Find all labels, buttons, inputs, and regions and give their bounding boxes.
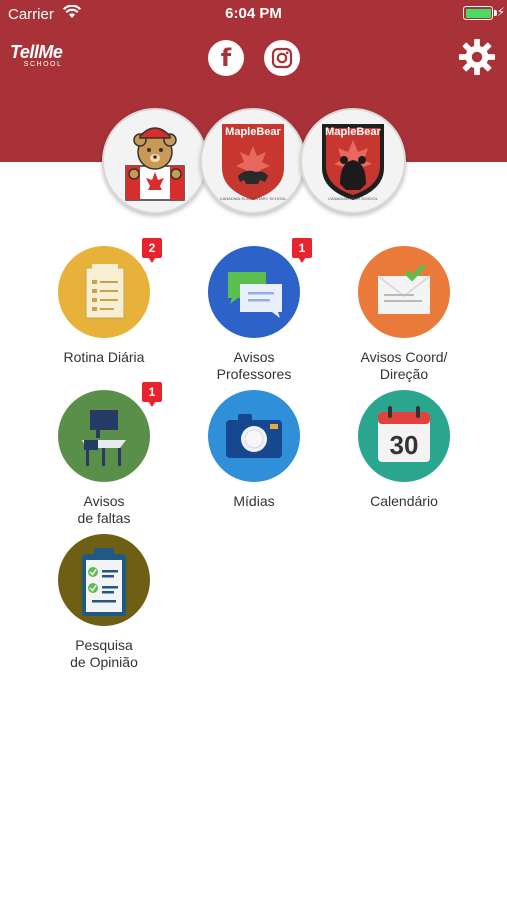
facebook-button[interactable]: f [208,40,244,76]
school-maplebear-elementary[interactable]: MapleBear CANADIAN ELEMENTARY SCHOOL [200,108,306,214]
tile-label-line2: Professores [216,366,292,382]
status-bar: Carrier 6:04 PM ⚡ [0,0,507,28]
school-maplebear-high[interactable]: MapleBear CANADIAN HIGH SCHOOL [300,108,406,214]
avisos-coord-circle [358,246,450,338]
tile-label-line1: Avisos [83,493,125,509]
tile-label-line2: de faltas [77,510,131,526]
tile-label: Calendário [328,493,480,510]
battery-icon [463,6,493,20]
avisos-professores-circle [208,246,300,338]
camera-icon [226,414,282,458]
tile-label: Avisos Coord/ Direção [328,349,480,383]
midias-circle [208,390,300,482]
school-bear-mascot[interactable] [102,108,208,214]
tile-label: Mídias [178,493,330,510]
charging-icon: ⚡ [496,5,505,19]
instagram-button[interactable] [264,40,300,76]
rotina-diaria-circle [58,246,150,338]
tile-label: Pesquisa de Opinião [28,637,180,671]
envelope-check-icon [377,264,431,314]
avisos-faltas-circle [58,390,150,482]
notification-badge: 2 [142,238,162,263]
tile-label-line2: de Opinião [70,654,138,670]
school-caption: CANADIAN ELEMENTARY SCHOOL [219,196,287,201]
school-caption: CANADIAN HIGH SCHOOL [328,196,378,201]
tile-label-line1: Calendário [370,493,438,509]
bear-mascot-icon [125,127,185,201]
facebook-icon: f [220,44,232,72]
tile-label-line1: Avisos Coord/ [360,349,448,365]
survey-clipboard-icon [82,548,126,616]
calendario-circle: 30 [358,390,450,482]
pesquisa-circle [58,534,150,626]
tile-label: Avisos Professores [178,349,330,383]
tile-label-line2: Direção [379,366,429,382]
tile-label-line1: Pesquisa [75,637,133,653]
logo-title: TellMe [10,42,63,62]
clock: 6:04 PM [225,5,282,22]
app-logo: TellMe SCHOOL [10,42,63,68]
tile-label-line1: Mídias [233,493,275,509]
chat-bubbles-icon [228,272,282,318]
notification-badge: 1 [142,382,162,407]
school-name: MapleBear [225,126,281,138]
calendar-30-icon: 30 [378,406,430,462]
calendar-day: 30 [390,430,419,460]
clipboard-checklist-icon [85,264,125,319]
tile-label: Rotina Diária [28,349,180,366]
school-name: MapleBear [325,126,381,138]
settings-gear-icon[interactable] [458,38,496,76]
instagram-icon [271,47,293,69]
notification-badge: 1 [292,238,312,263]
school-desk-icon [82,410,126,466]
tile-label-line1: Rotina Diária [63,349,145,365]
tile-label: Avisos de faltas [28,493,180,527]
tile-label-line1: Avisos [233,349,275,365]
